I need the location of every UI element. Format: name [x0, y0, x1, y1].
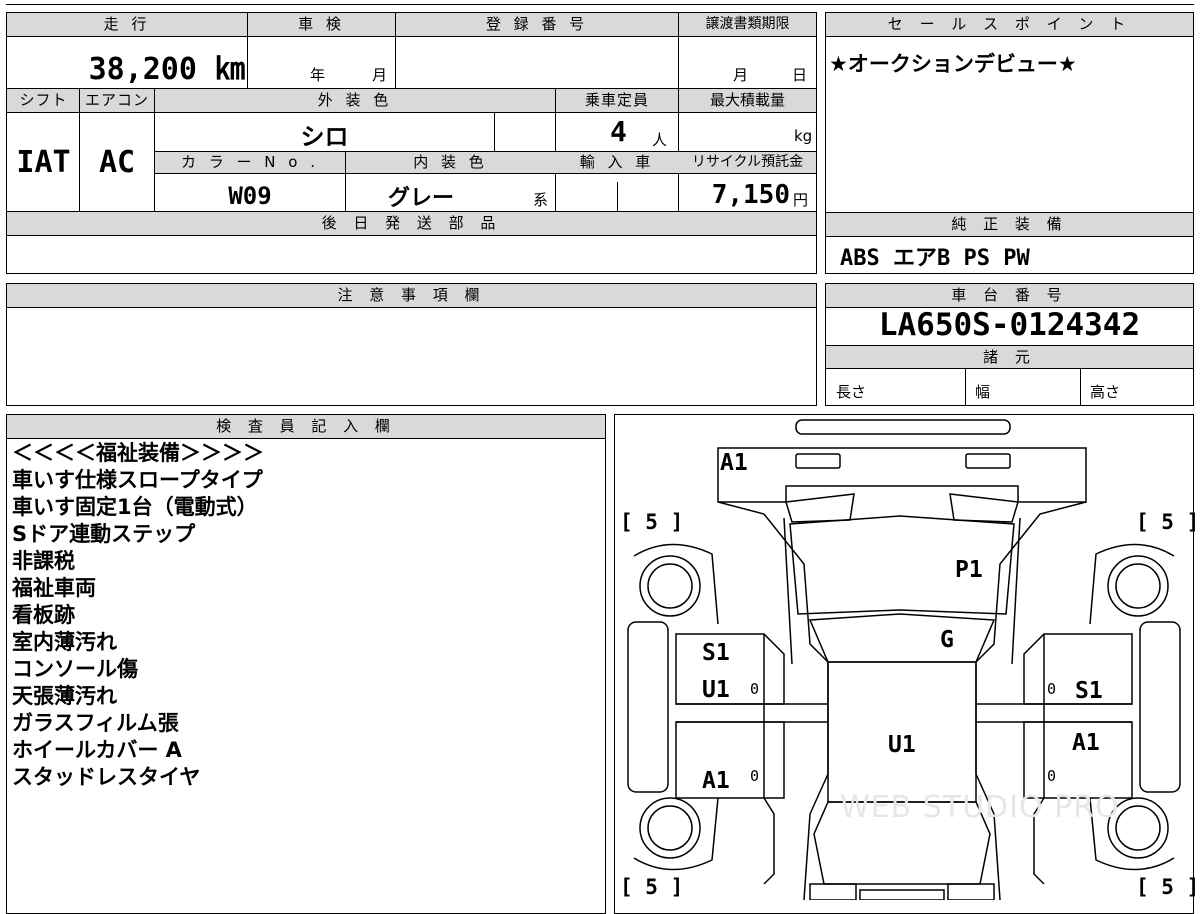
capacity-unit: 人: [652, 131, 668, 149]
color-no-value: W09: [228, 182, 272, 210]
mark-left-rear-door: A1: [702, 768, 730, 794]
interior-color-value: グレー: [387, 186, 454, 211]
inspection-month: 月: [372, 66, 388, 84]
transfer-deadline-label: 譲渡書類期限: [705, 16, 790, 32]
import-label: 輸 入 車: [579, 153, 655, 171]
inspection-label: 車 検: [298, 15, 345, 33]
note-line: コンソール傷: [12, 657, 138, 681]
max-load-unit: kg: [794, 127, 813, 145]
mark-front-bumper: A1: [720, 450, 748, 476]
tire-grade-front-left: [ 5 ]: [620, 510, 684, 534]
sales-point-text: ★オークションデビュー★: [829, 52, 1077, 76]
note-line: 非課税: [12, 549, 75, 573]
car-diagram-outline: [627, 419, 1181, 900]
top-edge-strip: [6, 0, 1194, 5]
shift-value: IAT: [16, 145, 71, 180]
shift-label: シフト: [19, 91, 68, 109]
exterior-color-value: シロ: [300, 123, 349, 151]
later-parts-label: 後 日 発 送 部 品: [321, 214, 502, 232]
aircon-value: AC: [98, 145, 136, 180]
mileage-value: 38,200 ㎞: [88, 52, 245, 87]
transfer-month: 月: [733, 66, 749, 84]
note-line: ＜＜＜＜福祉装備＞＞＞＞: [12, 441, 264, 465]
mark-right-front-door: S1: [1075, 678, 1103, 704]
mark-roof: U1: [888, 732, 916, 758]
note-line: 福祉車両: [12, 576, 96, 600]
mark-zero: 0: [750, 680, 760, 698]
mark-right-rear-door: A1: [1072, 730, 1100, 756]
equipment-label: 純 正 装 備: [826, 213, 1193, 237]
chassis-number: LA650S-0124342: [878, 307, 1141, 343]
sales-point-box: [825, 12, 1194, 213]
aircon-label: エアコン: [84, 91, 149, 109]
note-line: Sドア連動ステップ: [12, 522, 196, 546]
registration-label: 登 録 番 号: [485, 15, 589, 33]
inspection-year: 年: [310, 66, 326, 84]
mark-zero: 0: [1047, 680, 1057, 698]
mark-zero: 0: [1047, 767, 1057, 785]
note-line: スタッドレスタイヤ: [12, 765, 201, 789]
color-no-label: カ ラ ー N o .: [180, 153, 319, 171]
capacity-value: 4: [610, 115, 627, 148]
height-label: 高さ: [1090, 383, 1121, 401]
mark-left-front-door-2: U1: [702, 677, 730, 703]
exterior-color-label: 外 装 色: [317, 91, 393, 109]
interior-color-label: 内 装 色: [413, 153, 488, 171]
equipment-text: ABS エアB PS PW: [840, 246, 1030, 271]
max-load-label: 最大積載量: [709, 91, 785, 109]
tire-grade-front-right: [ 5 ]: [1136, 510, 1200, 534]
tire-grade-rear-right: [ 5 ]: [1136, 875, 1200, 899]
tire-grade-rear-left: [ 5 ]: [620, 875, 684, 899]
note-line: 車いす固定1台（電動式）: [12, 495, 258, 519]
interior-color-suffix: 系: [533, 191, 549, 209]
note-line: 看板跡: [12, 603, 75, 627]
width-label: 幅: [975, 383, 991, 401]
mileage-label: 走 行: [103, 15, 151, 33]
note-line: 車いす仕様スロープタイプ: [12, 468, 263, 492]
inspector-label: 検 査 員 記 入 欄: [7, 415, 605, 439]
chassis-label: 車 台 番 号: [826, 284, 1193, 308]
watermark: WEB STUDIO PRO: [840, 790, 1120, 825]
note-line: 天張薄汚れ: [12, 684, 117, 708]
length-label: 長さ: [836, 383, 867, 401]
recycle-fee-unit: 円: [793, 191, 809, 209]
mark-zero: 0: [750, 767, 760, 785]
recycle-fee-label: リサイクル預託金: [691, 154, 804, 170]
inspector-notes: ＜＜＜＜福祉装備＞＞＞＞ 車いす仕様スロープタイプ 車いす固定1台（電動式） S…: [12, 440, 264, 791]
specs-label: 諸 元: [826, 345, 1193, 369]
mark-left-front-door: S1: [702, 640, 730, 666]
caution-label: 注 意 事 項 欄: [7, 284, 816, 308]
sales-point-label: セ ー ル ス ポ イ ン ト: [826, 13, 1193, 37]
note-line: 室内薄汚れ: [12, 630, 117, 654]
transfer-day: 日: [792, 66, 808, 84]
recycle-fee-value: 7,150: [711, 180, 790, 210]
note-line: ホイールカバー A: [12, 738, 182, 762]
note-line: ガラスフィルム張: [12, 711, 179, 735]
mark-windshield: G: [940, 627, 954, 653]
mark-bonnet: P1: [955, 557, 983, 583]
capacity-label: 乗車定員: [584, 91, 649, 109]
